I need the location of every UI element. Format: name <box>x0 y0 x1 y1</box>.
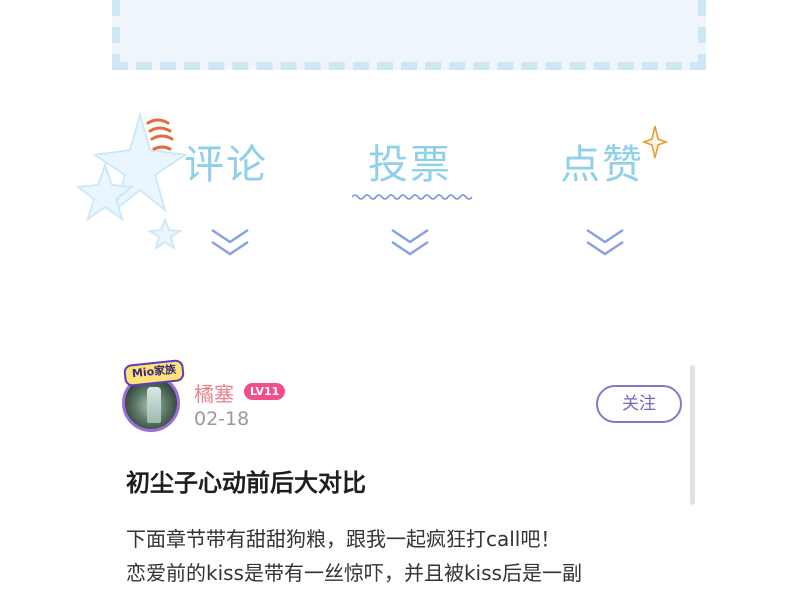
post-body-line: 恋爱前的kiss是带有一丝惊吓，并且被kiss后是一副 <box>126 561 582 585</box>
chevron-down-icon[interactable] <box>388 226 432 262</box>
tab-comment[interactable]: 评论 <box>176 140 276 200</box>
post-body: 下面章节带有甜甜狗粮，跟我一起疯狂打call吧！ 恋爱前的kiss是带有一丝惊吓… <box>126 522 686 590</box>
post-title: 初尘子心动前后大对比 <box>126 469 366 497</box>
post-body-line: 下面章节带有甜甜狗粮，跟我一起疯狂打call吧！ <box>126 527 561 551</box>
scrollbar[interactable] <box>690 365 695 505</box>
tab-like[interactable]: 点赞 <box>552 140 652 200</box>
username[interactable]: 橘塞 <box>194 378 234 407</box>
post-date: 02-18 <box>194 408 250 430</box>
family-badge: Mio家族 <box>123 358 186 388</box>
chevron-down-icon[interactable] <box>208 226 252 262</box>
follow-button[interactable]: 关注 <box>596 385 682 423</box>
top-dashed-banner <box>112 0 706 70</box>
tab-vote[interactable]: 投票 <box>360 140 460 200</box>
active-tab-wavy-underline <box>352 194 473 200</box>
sparkle-icon <box>642 125 668 159</box>
avatar[interactable]: Mio家族 <box>118 358 186 438</box>
chevron-down-icon[interactable] <box>583 226 627 262</box>
level-badge: LV11 <box>244 383 286 400</box>
